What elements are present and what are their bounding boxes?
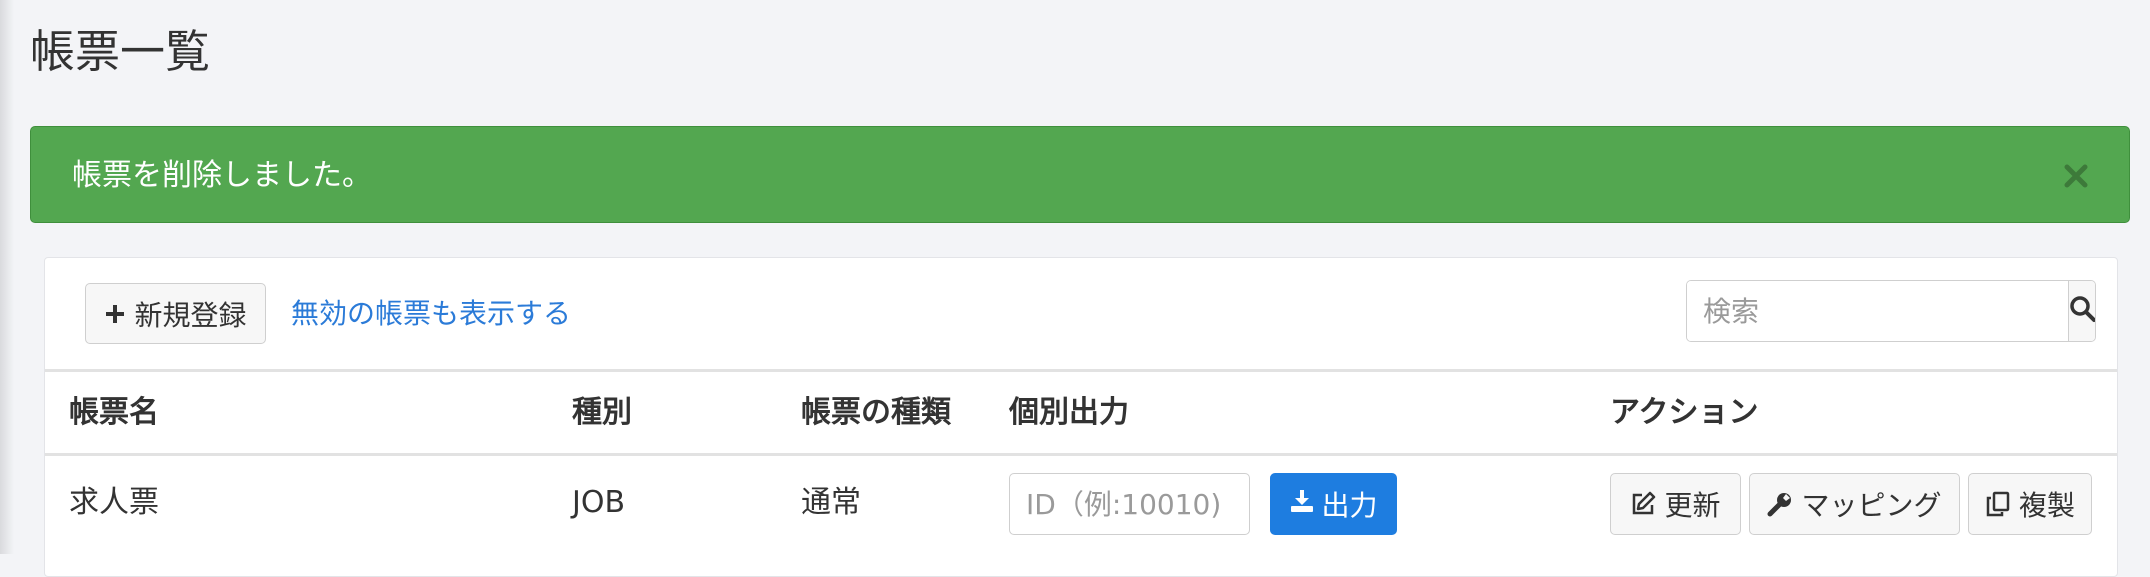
update-button[interactable]: 更新 bbox=[1610, 473, 1741, 535]
download-icon bbox=[1289, 488, 1315, 521]
export-label: 出力 bbox=[1321, 489, 1378, 522]
edit-icon bbox=[1630, 491, 1656, 517]
export-button[interactable]: 出力 bbox=[1270, 473, 1397, 535]
update-label: 更新 bbox=[1664, 489, 1721, 522]
export-id-input[interactable] bbox=[1009, 473, 1250, 535]
report-list-card: 新規登録 無効の帳票も表示する 帳票名 種別 帳票の種類 個別出力 アクション … bbox=[44, 257, 2118, 577]
column-header-name: 帳票名 bbox=[69, 395, 159, 430]
page-title: 帳票一覧 bbox=[30, 25, 211, 78]
column-header-kind: 帳票の種類 bbox=[801, 395, 951, 430]
show-inactive-link[interactable]: 無効の帳票も表示する bbox=[291, 283, 571, 344]
close-icon[interactable] bbox=[2061, 161, 2091, 191]
new-report-label: 新規登録 bbox=[134, 298, 247, 332]
search-icon bbox=[2069, 295, 2095, 327]
report-name-cell: 求人票 bbox=[69, 485, 159, 520]
mapping-label: マッピング bbox=[1801, 489, 1942, 522]
column-header-export: 個別出力 bbox=[1009, 395, 1129, 430]
report-type-cell: JOB bbox=[572, 485, 626, 520]
copy-button[interactable]: 複製 bbox=[1968, 473, 2092, 535]
new-report-button[interactable]: 新規登録 bbox=[85, 283, 266, 344]
copy-label: 複製 bbox=[2018, 489, 2075, 522]
copy-icon bbox=[1985, 491, 2011, 517]
column-header-actions: アクション bbox=[1610, 395, 1759, 430]
plus-icon bbox=[104, 303, 126, 325]
success-alert: 帳票を削除しました。 bbox=[30, 126, 2130, 223]
search-input[interactable] bbox=[1687, 281, 2068, 341]
search-button[interactable] bbox=[2068, 281, 2095, 341]
report-kind-cell: 通常 bbox=[801, 485, 861, 520]
search-group bbox=[1686, 280, 2096, 342]
alert-message: 帳票を削除しました。 bbox=[72, 158, 372, 193]
sidebar-edge bbox=[0, 0, 14, 554]
column-header-type: 種別 bbox=[572, 395, 632, 430]
table-header-border bbox=[45, 453, 2117, 456]
wrench-icon bbox=[1767, 491, 1793, 517]
mapping-button[interactable]: マッピング bbox=[1749, 473, 1960, 535]
